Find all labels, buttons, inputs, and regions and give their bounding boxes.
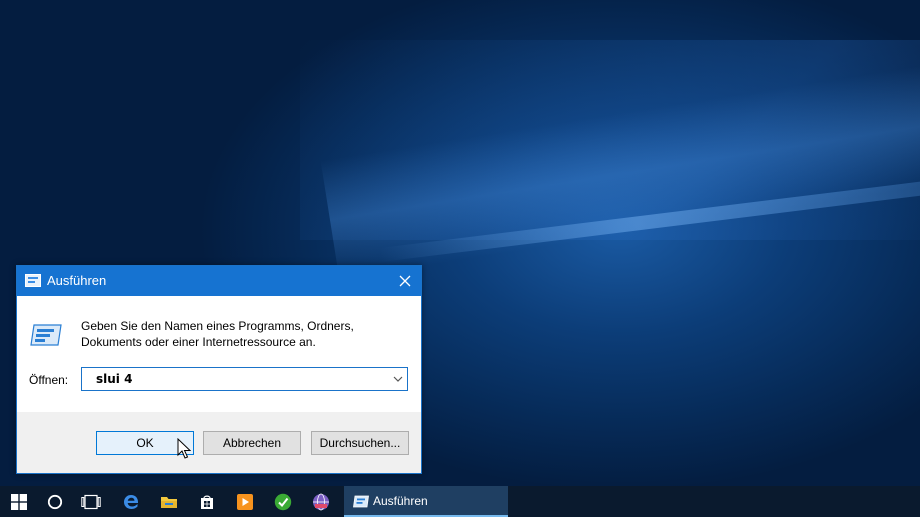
open-label: Öffnen: [29, 373, 69, 387]
task-view-icon [81, 494, 101, 509]
chevron-down-icon[interactable] [392, 373, 404, 385]
store-button[interactable] [188, 486, 226, 517]
taskbar: Ausführen [0, 486, 920, 517]
cortana-icon [47, 494, 63, 509]
taskbar-task-run[interactable]: Ausführen [344, 486, 508, 517]
taskbar-task-label: Ausführen [373, 494, 428, 508]
close-button[interactable] [389, 266, 421, 296]
cortana-button[interactable] [36, 486, 74, 517]
edge-icon [124, 494, 139, 509]
run-program-icon [30, 324, 62, 346]
media-player-button[interactable] [226, 486, 264, 517]
browse-button[interactable]: Durchsuchen... [311, 431, 409, 455]
description-line: Dokuments oder einer Internetressource a… [81, 334, 316, 349]
close-icon [399, 275, 411, 287]
file-explorer-icon [161, 496, 177, 508]
green-check-app-button[interactable] [264, 486, 302, 517]
globe-app-button[interactable] [302, 486, 340, 517]
task-view-button[interactable] [72, 486, 110, 517]
dialog-description: Geben Sie den Namen eines Programms, Ord… [81, 319, 401, 350]
dialog-footer: OK Abbrechen Durchsuchen... [17, 412, 421, 473]
dialog-titlebar[interactable]: Ausführen [17, 266, 421, 296]
start-button[interactable] [0, 486, 38, 517]
windows-start-icon [11, 493, 27, 510]
description-line: Geben Sie den Namen eines Programms, Ord… [81, 319, 354, 333]
open-input-value[interactable]: slui 4 [96, 372, 132, 386]
open-combobox[interactable]: slui 4 [81, 367, 408, 391]
run-dialog: Ausführen Geben Sie den Namen eines Prog… [16, 265, 422, 474]
run-icon [25, 274, 41, 287]
green-check-app-icon [274, 493, 292, 510]
run-icon [353, 495, 369, 508]
edge-button[interactable] [112, 486, 150, 517]
file-explorer-button[interactable] [150, 486, 188, 517]
media-player-icon [237, 493, 253, 510]
globe-app-icon [313, 493, 329, 510]
mouse-cursor-icon [177, 438, 191, 459]
cancel-button[interactable]: Abbrechen [203, 431, 301, 455]
dialog-title: Ausführen [47, 273, 107, 288]
store-icon [201, 495, 213, 509]
